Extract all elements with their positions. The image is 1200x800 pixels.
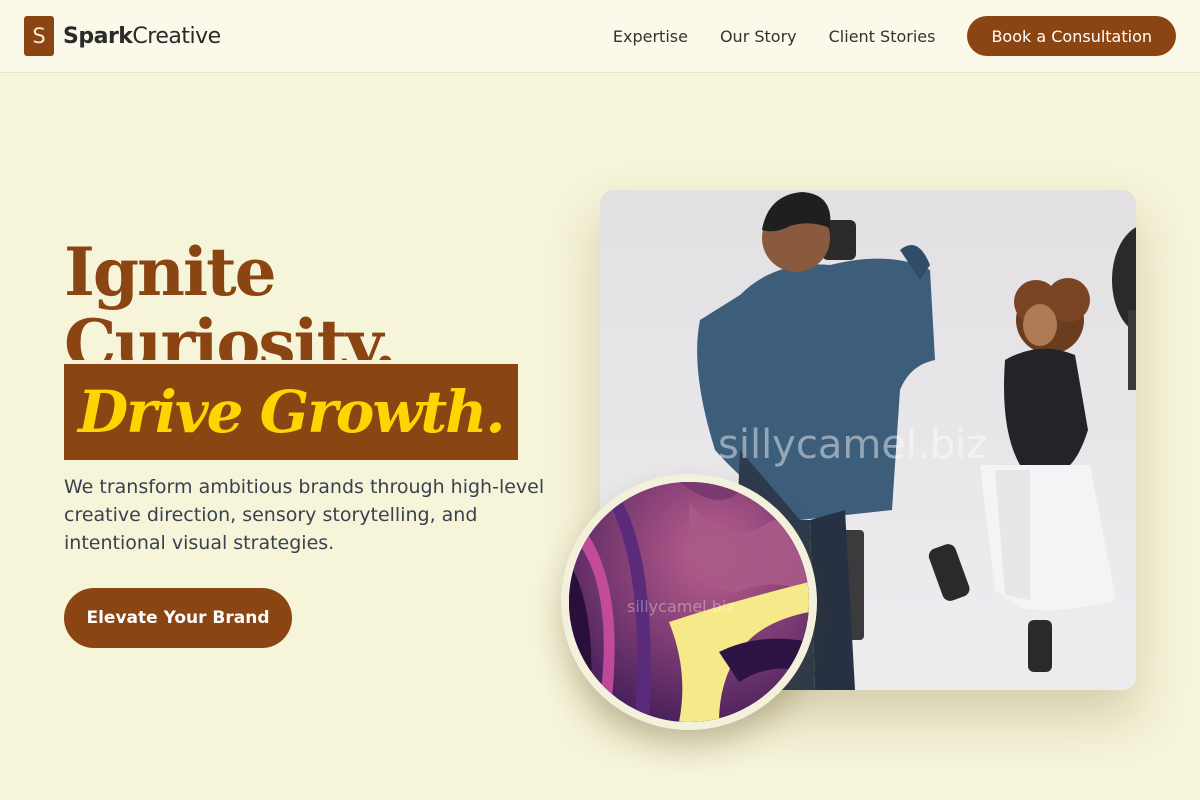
hero-highlight-band: Drive Growth. bbox=[64, 364, 518, 460]
abstract-swirl-art: sillycamel.biz bbox=[569, 482, 809, 722]
hero-subtitle: We transform ambitious brands through hi… bbox=[64, 476, 545, 554]
brand-name-bold: Spark bbox=[63, 23, 133, 49]
nav-link-our-story[interactable]: Our Story bbox=[720, 27, 797, 46]
circle-watermark: sillycamel.biz bbox=[627, 597, 735, 616]
nav-link-client-stories[interactable]: Client Stories bbox=[829, 27, 936, 46]
abstract-art-circle: sillycamel.biz bbox=[561, 474, 817, 730]
brand-logo[interactable]: S SparkCreative bbox=[24, 16, 221, 56]
hero-title-line1: Ignite bbox=[64, 233, 277, 311]
book-consultation-button[interactable]: Book a Consultation bbox=[967, 16, 1176, 56]
hero-title-line2: Curiosity. bbox=[64, 308, 397, 360]
brand-name: SparkCreative bbox=[63, 24, 221, 49]
logo-mark: S bbox=[24, 16, 54, 56]
brand-name-light: Creative bbox=[132, 23, 221, 49]
main-nav: Expertise Our Story Client Stories Book … bbox=[613, 16, 1176, 56]
elevate-brand-button[interactable]: Elevate Your Brand bbox=[64, 588, 292, 648]
hero-title: Ignite Curiosity. bbox=[64, 236, 584, 360]
photo-watermark: sillycamel.biz bbox=[718, 422, 987, 468]
site-header: S SparkCreative Expertise Our Story Clie… bbox=[0, 0, 1200, 73]
hero-highlight-text: Drive Growth. bbox=[78, 378, 506, 446]
nav-link-expertise[interactable]: Expertise bbox=[613, 27, 688, 46]
